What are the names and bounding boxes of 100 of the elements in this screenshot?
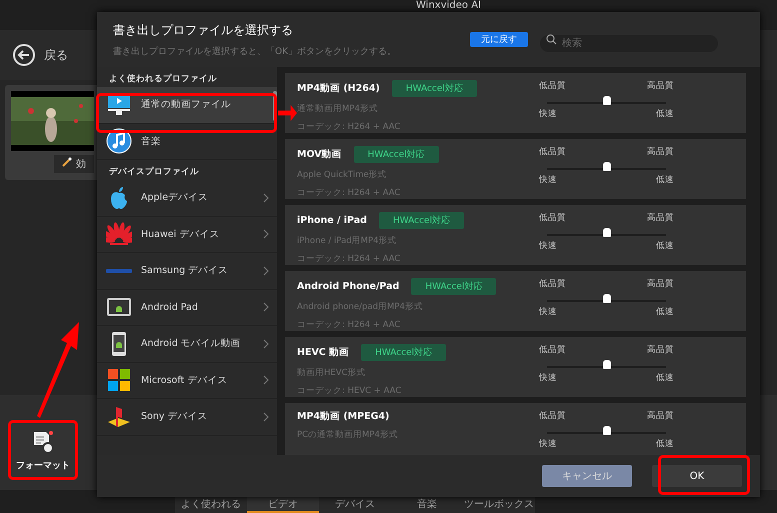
document-gear-icon [31, 430, 55, 454]
wordmark-icon [106, 268, 132, 274]
slow-label: 低速 [656, 306, 674, 318]
codec-label: コーデック: H264 + AAC [297, 319, 402, 331]
profile-description: 動画用HEVC形式 [297, 367, 367, 379]
dialog-title: 書き出しプロファイルを選択する [113, 22, 294, 38]
quality-slider[interactable] [547, 226, 666, 238]
search-icon [546, 34, 557, 45]
codec-label: コーデック: H264 + AAC [297, 187, 402, 199]
profile-category-item[interactable]: Android Pad [97, 290, 277, 326]
music-note-icon [106, 128, 132, 154]
game-logo-icon [106, 406, 132, 428]
category-label: Android モバイル動画 [141, 337, 242, 350]
quality-slider[interactable] [547, 94, 666, 106]
android-tablet-icon [106, 297, 132, 318]
low-quality-label: 低品質 [539, 146, 566, 158]
slow-label: 低速 [656, 174, 674, 186]
slow-label: 低速 [656, 372, 674, 384]
effect-button[interactable]: 効 [54, 155, 94, 173]
high-quality-label: 高品質 [647, 212, 674, 224]
flower-logo-icon [106, 222, 132, 246]
category-label: Sony デバイス [141, 410, 209, 424]
highlight-frame [8, 420, 78, 480]
profile-description: Apple QuickTime形式 [297, 169, 388, 181]
slow-label: 低速 [656, 240, 674, 252]
chevron-right-icon [263, 266, 269, 276]
high-quality-label: 高品質 [647, 410, 674, 422]
category-label: 通常の動画ファイル [141, 98, 232, 112]
video-card[interactable]: 効 [5, 85, 100, 180]
slider-thumb[interactable] [602, 96, 610, 105]
category-label: Appleデバイス [141, 191, 210, 204]
profile-card[interactable]: Android Phone/Pad HWAccel対応 Android phone/pad用MP4形式 コーデック: H264 + AAC 低品質 高品質 快速 低速 [285, 271, 746, 331]
profile-category-item[interactable]: Huawei デバイス [97, 216, 277, 253]
slider-thumb[interactable] [602, 360, 610, 369]
chevron-right-icon [263, 229, 269, 240]
low-quality-label: 低品質 [539, 344, 566, 356]
profile-card[interactable]: MP4動画 (MPEG4) PCの通常動画用MP4形式 低品質 高品質 快速 低速 [285, 403, 746, 455]
slow-label: 低速 [656, 108, 674, 120]
codec-label: コーデック: H264 + AAC [297, 253, 402, 265]
monitor-icon [107, 94, 131, 116]
profile-card[interactable]: iPhone / iPad HWAccel対応 iPhone / iPad用MP4形式 コーデック: H264 + AAC 低品質 高品質 快速 低速 [285, 205, 746, 265]
slider-thumb[interactable] [602, 294, 610, 303]
fast-label: 快速 [539, 438, 557, 450]
fast-label: 快速 [539, 306, 557, 318]
hwaccel-tag: HWAccel対応 [411, 278, 496, 295]
chevron-right-icon [263, 192, 269, 203]
windows-logo-icon [108, 369, 130, 392]
back-button[interactable]: 戻る [12, 43, 68, 67]
profile-card[interactable]: MOV動画 HWAccel対応 Apple QuickTime形式 コーデック: H264 + AAC 低品質 高品質 快速 低速 [285, 139, 746, 199]
format-button[interactable]: フォーマット [10, 422, 76, 480]
annotation-arrow [278, 105, 297, 121]
profile-title: iPhone / iPad [297, 215, 367, 226]
low-quality-label: 低品質 [539, 410, 566, 422]
profile-description: PCの通常動画用MP4形式 [297, 429, 399, 441]
chevron-right-icon [263, 338, 269, 349]
category-label: Huawei デバイス [141, 228, 220, 241]
fast-label: 快速 [539, 108, 557, 120]
codec-label: コーデック: H264 + AAC [297, 121, 402, 133]
category-label: Samsung デバイス [141, 264, 230, 278]
profile-title: MOV動画 [297, 148, 342, 161]
chevron-right-icon [263, 302, 269, 312]
slider-thumb[interactable] [602, 162, 610, 171]
apple-icon [108, 186, 130, 210]
chevron-right-icon [263, 375, 269, 386]
window-title: Winxvideo AI [416, 0, 481, 11]
category-label: Android Pad [141, 302, 199, 313]
profile-title: Android Phone/Pad [297, 281, 400, 292]
profile-description: Android phone/pad用MP4形式 [297, 301, 424, 313]
quality-slider[interactable] [547, 424, 666, 436]
profile-card[interactable]: MP4動画 (H264) HWAccel対応 通常動画用MP4形式 コーデック: H264 + AAC 低品質 高品質 快速 低速 [285, 73, 746, 133]
section-heading: デバイスプロファイル [109, 167, 199, 177]
section-heading: よく使われるプロファイル [109, 74, 217, 84]
quality-slider[interactable] [547, 358, 666, 370]
profile-card[interactable]: HEVC 動画 HWAccel対応 動画用HEVC形式 コーデック: HEVC + AAC 低品質 高品質 快速 低速 [285, 337, 746, 397]
slider-thumb[interactable] [602, 426, 610, 435]
slow-label: 低速 [656, 438, 674, 450]
dialog-subtitle: 書き出しプロファイルを選択すると、「OK」ボタンをクリックする。 [113, 45, 397, 58]
profile-title: MP4動画 (MPEG4) [297, 410, 390, 423]
android-phone-icon [111, 330, 127, 357]
slider-thumb[interactable] [602, 228, 610, 237]
hwaccel-tag: HWAccel対応 [392, 80, 477, 97]
low-quality-label: 低品質 [539, 212, 566, 224]
high-quality-label: 高品質 [647, 80, 674, 92]
high-quality-label: 高品質 [647, 344, 674, 356]
fast-label: 快速 [539, 372, 557, 384]
reset-button[interactable]: 元に戻す [470, 32, 528, 47]
codec-label: コーデック: HEVC + AAC [297, 385, 402, 397]
quality-slider[interactable] [547, 292, 666, 304]
hwaccel-tag: HWAccel対応 [354, 146, 439, 163]
ok-button[interactable]: OK [652, 465, 742, 487]
hwaccel-tag: HWAccel対応 [378, 212, 464, 229]
category-label: Microsoft デバイス [141, 374, 228, 387]
quality-slider[interactable] [547, 160, 666, 172]
category-label: 音楽 [141, 134, 162, 148]
profile-description: 通常動画用MP4形式 [297, 103, 379, 115]
low-quality-label: 低品質 [539, 80, 566, 92]
magic-wand-icon [62, 157, 72, 167]
profile-description: iPhone / iPad用MP4形式 [297, 235, 398, 247]
profile-title: MP4動画 (H264) [297, 82, 380, 95]
search-field[interactable]: 検索 [540, 35, 718, 52]
